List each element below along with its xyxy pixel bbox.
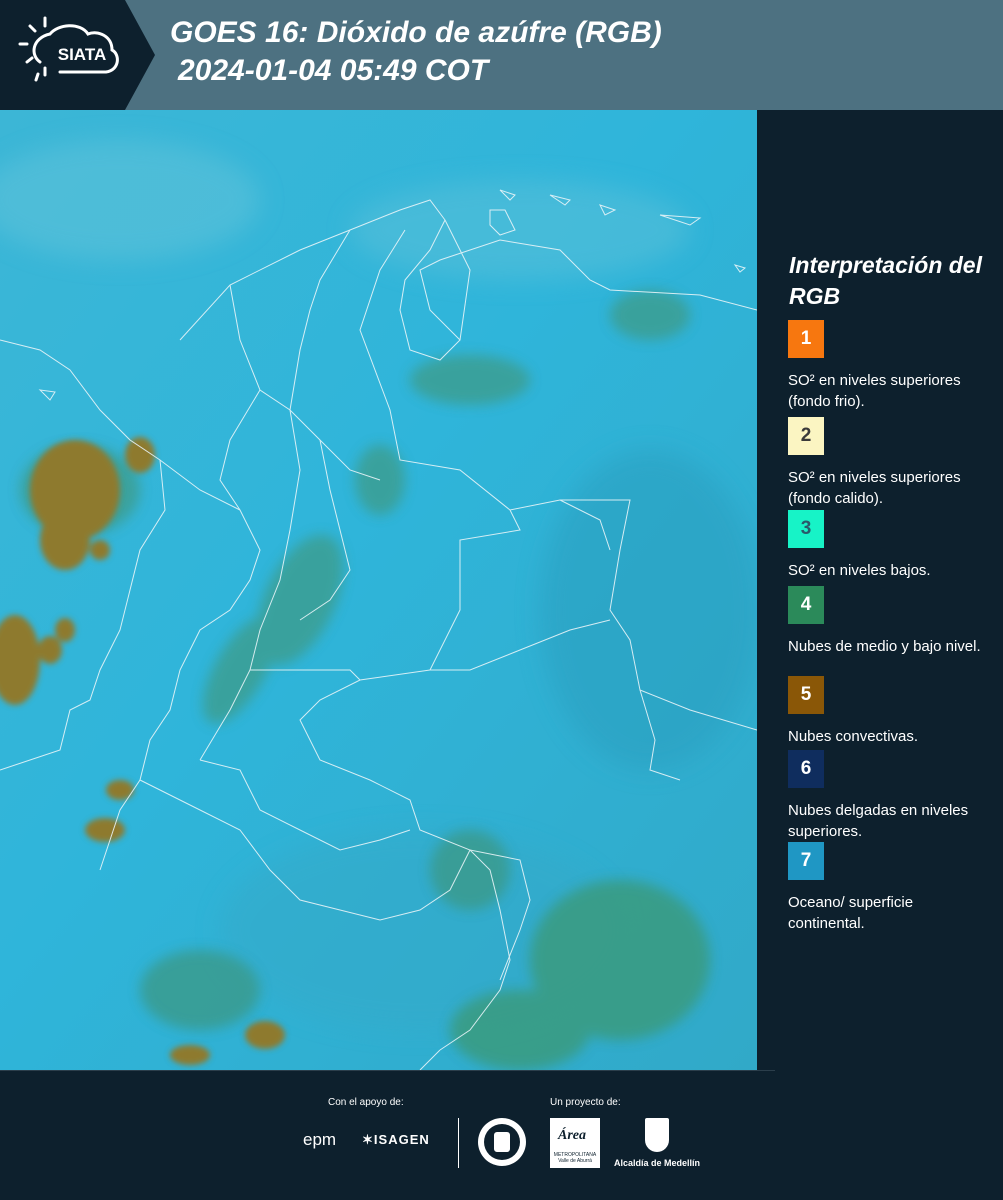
area-metropolitana-logo: Área METROPOLITANA Valle de Aburrá — [550, 1118, 600, 1168]
project-label: Un proyecto de: — [550, 1097, 621, 1108]
title-product: GOES 16: Dióxido de azúfre (RGB) — [170, 16, 662, 49]
isagen-label: ISAGEN — [373, 1132, 430, 1147]
legend-swatch: 3 — [788, 510, 824, 548]
legend-item-label: SO² en niveles superiores (fondo frio). — [788, 372, 961, 410]
footer-divider — [458, 1118, 459, 1168]
legend-swatch: 5 — [788, 676, 824, 714]
footer-divider-line — [0, 1070, 775, 1071]
legend-item-label: SO² en niveles superiores (fondo calido)… — [788, 469, 961, 507]
page-title: GOES 16: Dióxido de azúfre (RGB) 2024-01… — [170, 14, 662, 90]
legend-swatch: 2 — [788, 417, 824, 455]
alcaldia-medellin-logo: Alcaldía de Medellín — [612, 1118, 702, 1170]
medellin-seal-icon — [478, 1118, 526, 1166]
legend-item-1: 1 SO² en niveles superiores (fondo frio)… — [788, 320, 988, 412]
satellite-map — [0, 110, 757, 1070]
legend-item-4: 4 Nubes de medio y bajo nivel. — [788, 586, 988, 657]
legend-item-label: Nubes convectivas. — [788, 728, 919, 745]
legend-swatch: 6 — [788, 750, 824, 788]
satellite-image — [0, 110, 757, 1070]
legend-swatch: 4 — [788, 586, 824, 624]
legend-title: Interpretación del RGB — [789, 252, 982, 309]
header-bar: SIATA GOES 16: Dióxido de azúfre (RGB) 2… — [0, 0, 1003, 110]
legend-item-label: Oceano/ superficie continental. — [788, 894, 914, 932]
isagen-star-icon: ✶ — [362, 1132, 374, 1147]
svg-text:SIATA: SIATA — [58, 45, 106, 64]
legend-swatch: 7 — [788, 842, 824, 880]
isagen-logo: ✶ISAGEN — [362, 1132, 430, 1148]
legend-item-label: Nubes de medio y bajo nivel. — [788, 638, 981, 655]
footer: Con el apoyo de: Un proyecto de: epm ✶IS… — [0, 1070, 1003, 1200]
support-label: Con el apoyo de: — [328, 1097, 404, 1108]
legend-item-7: 7 Oceano/ superficie continental. — [788, 842, 988, 934]
legend-item-5: 5 Nubes convectivas. — [788, 676, 988, 747]
legend-item-6: 6 Nubes delgadas en niveles superiores. — [788, 750, 988, 842]
title-datetime: 2024-01-04 05:49 COT — [178, 54, 489, 87]
legend-item-label: Nubes delgadas en niveles superiores. — [788, 802, 969, 840]
epm-logo: epm — [303, 1130, 337, 1149]
legend-swatch: 1 — [788, 320, 824, 358]
legend-item-label: SO² en niveles bajos. — [788, 562, 931, 579]
coat-of-arms-icon — [645, 1118, 669, 1152]
siata-logo: SIATA — [0, 0, 155, 110]
legend-item-2: 2 SO² en niveles superiores (fondo calid… — [788, 417, 988, 509]
legend-item-3: 3 SO² en niveles bajos. — [788, 510, 988, 581]
legend-panel: Interpretación del RGB 1 SO² en niveles … — [759, 110, 1003, 1070]
